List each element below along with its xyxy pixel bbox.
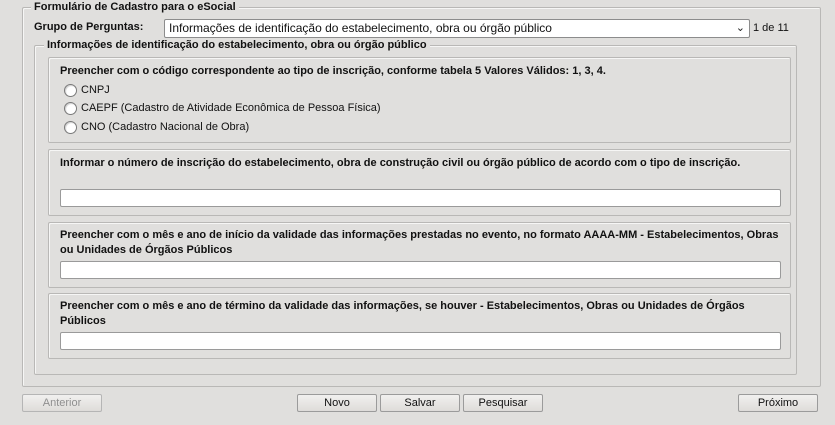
question-text: Preencher com o código correspondente ao… [60,65,606,77]
novo-button[interactable]: Novo [297,394,377,412]
radio-button[interactable] [64,101,77,115]
question-termino-validade: Preencher com o mês e ano de término da … [48,293,791,359]
page-indicator: 1 de 11 [753,22,789,34]
grupo-label: Grupo de Perguntas: [34,21,144,33]
radio-button[interactable] [64,83,77,97]
chevron-down-icon: ⌄ [735,22,745,34]
radio-label: CNPJ [81,84,110,96]
radio-option-cnpj[interactable]: CNPJ [64,82,110,98]
question-text: Informar o número de inscrição do estabe… [60,157,741,169]
anterior-button[interactable]: Anterior [22,394,102,412]
grupo-selected-value: Informações de identificação do estabele… [169,21,552,35]
radio-label: CAEPF (Cadastro de Atividade Econômica d… [81,102,381,114]
radio-option-cno[interactable]: CNO (Cadastro Nacional de Obra) [64,119,249,135]
inicio-validade-input[interactable] [60,261,781,279]
question-tipo-inscricao: Preencher com o código correspondente ao… [48,57,791,143]
radio-label: CNO (Cadastro Nacional de Obra) [81,121,250,133]
salvar-button[interactable]: Salvar [380,394,460,412]
form-title: Formulário de Cadastro para o eSocial [31,1,239,14]
radio-option-caepf[interactable]: CAEPF (Cadastro de Atividade Econômica d… [64,100,381,116]
question-text: Preencher com o mês e ano de início da v… [60,229,779,256]
radio-button[interactable] [64,120,77,134]
section-title: Informações de identificação do estabele… [44,39,430,52]
grupo-select[interactable]: Informações de identificação do estabele… [164,19,750,38]
question-numero-inscricao: Informar o número de inscrição do estabe… [48,149,791,216]
pesquisar-button[interactable]: Pesquisar [463,394,543,412]
termino-validade-input[interactable] [60,332,781,350]
question-inicio-validade: Preencher com o mês e ano de início da v… [48,222,791,288]
numero-inscricao-input[interactable] [60,189,781,207]
proximo-button[interactable]: Próximo [738,394,818,412]
question-text: Preencher com o mês e ano de término da … [60,300,745,327]
